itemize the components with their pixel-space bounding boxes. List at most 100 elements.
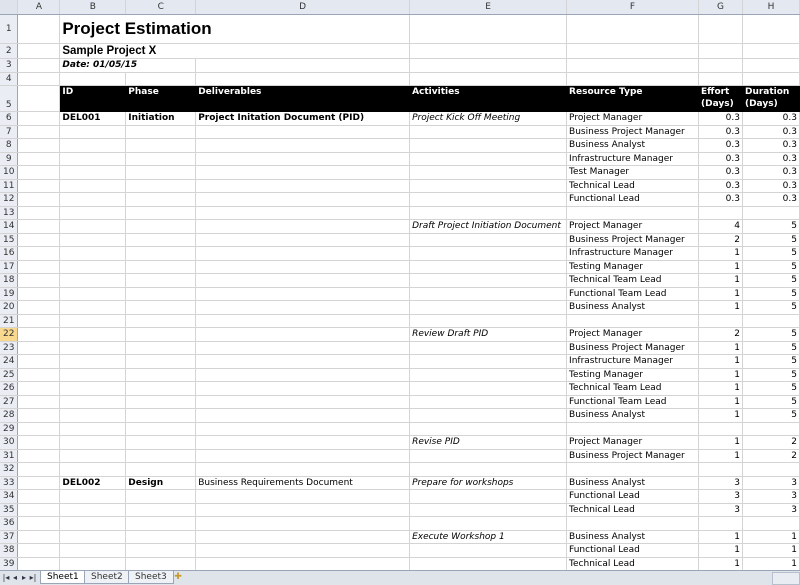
- cell[interactable]: [17, 395, 61, 409]
- cell-id[interactable]: [59, 327, 127, 342]
- cell-id[interactable]: [59, 368, 127, 382]
- cell-resource-type[interactable]: Testing Manager: [566, 260, 699, 274]
- row-header[interactable]: 23: [0, 341, 19, 355]
- column-header-b[interactable]: B: [59, 0, 127, 15]
- cell-duration[interactable]: 5: [742, 246, 800, 261]
- cell[interactable]: [17, 489, 61, 504]
- cell-effort[interactable]: 0.3: [698, 152, 743, 166]
- cell-deliverable[interactable]: [195, 543, 411, 558]
- cell[interactable]: [17, 138, 61, 153]
- cell-id[interactable]: [59, 395, 127, 409]
- cell-phase[interactable]: [125, 381, 197, 396]
- cell-activity[interactable]: [409, 408, 568, 423]
- cell-duration[interactable]: 0.3: [742, 138, 800, 153]
- cell-resource-type[interactable]: Project Manager: [566, 111, 699, 126]
- cell-deliverable[interactable]: [195, 192, 411, 207]
- insert-sheet-icon[interactable]: ✚: [172, 572, 184, 582]
- cell-resource-type[interactable]: Business Project Manager: [566, 125, 699, 139]
- cell-id[interactable]: DEL001: [59, 111, 127, 126]
- cell[interactable]: [17, 300, 61, 315]
- cell-effort[interactable]: 2: [698, 327, 743, 342]
- cell-activity[interactable]: [409, 300, 568, 315]
- cell-effort[interactable]: 1: [698, 300, 743, 315]
- cell-duration[interactable]: 5: [742, 368, 800, 382]
- cell[interactable]: [17, 368, 61, 382]
- cell-deliverable[interactable]: [195, 206, 411, 220]
- row-header[interactable]: 29: [0, 422, 19, 436]
- cell-id[interactable]: [59, 516, 127, 531]
- cell-deliverable[interactable]: [195, 179, 411, 193]
- cell[interactable]: [17, 233, 61, 247]
- cell-effort[interactable]: [698, 206, 743, 220]
- cell-resource-type[interactable]: Business Analyst: [566, 476, 699, 490]
- cell-resource-type[interactable]: Business Analyst: [566, 300, 699, 315]
- project-date[interactable]: Date: 01/05/15: [59, 58, 197, 73]
- cell-id[interactable]: [59, 246, 127, 261]
- cell[interactable]: [59, 72, 127, 86]
- row-header[interactable]: 19: [0, 287, 19, 301]
- row-header[interactable]: 17: [0, 260, 19, 274]
- cell[interactable]: [566, 14, 699, 44]
- cell-effort[interactable]: [698, 314, 743, 328]
- cell-duration[interactable]: 5: [742, 327, 800, 342]
- cell-id[interactable]: DEL002: [59, 476, 127, 490]
- cell[interactable]: [17, 273, 61, 288]
- cell-id[interactable]: [59, 354, 127, 369]
- row-header[interactable]: 27: [0, 395, 19, 409]
- cell-resource-type[interactable]: Infrastructure Manager: [566, 354, 699, 369]
- cell-id[interactable]: [59, 192, 127, 207]
- cell-id[interactable]: [59, 125, 127, 139]
- cell-phase[interactable]: [125, 449, 197, 463]
- cell-effort[interactable]: 1: [698, 557, 743, 570]
- project-name[interactable]: Sample Project X: [59, 43, 411, 59]
- cell-resource-type[interactable]: Functional Lead: [566, 543, 699, 558]
- cell-resource-type[interactable]: Business Project Manager: [566, 341, 699, 355]
- cell-duration[interactable]: 5: [742, 273, 800, 288]
- cell-deliverable[interactable]: [195, 408, 411, 423]
- cell-duration[interactable]: 3: [742, 476, 800, 490]
- cell-effort[interactable]: 3: [698, 503, 743, 517]
- cell-id[interactable]: [59, 273, 127, 288]
- cell-resource-type[interactable]: Business Analyst: [566, 530, 699, 544]
- column-header-d[interactable]: D: [195, 0, 411, 15]
- cell-duration[interactable]: [742, 462, 800, 477]
- cell-activity[interactable]: [409, 381, 568, 396]
- column-header-a[interactable]: A: [17, 0, 61, 15]
- cell-effort[interactable]: 1: [698, 354, 743, 369]
- cell-duration[interactable]: 1: [742, 543, 800, 558]
- cell-duration[interactable]: [742, 206, 800, 220]
- cell[interactable]: [195, 72, 411, 86]
- cell-resource-type[interactable]: Testing Manager: [566, 368, 699, 382]
- cell-activity[interactable]: Prepare for workshops: [409, 476, 568, 490]
- cell-id[interactable]: [59, 462, 127, 477]
- cell-duration[interactable]: 0.3: [742, 125, 800, 139]
- cell-phase[interactable]: [125, 233, 197, 247]
- cell-deliverable[interactable]: [195, 449, 411, 463]
- cell-deliverable[interactable]: [195, 368, 411, 382]
- cell-activity[interactable]: [409, 138, 568, 153]
- cell[interactable]: [195, 58, 411, 73]
- cell-deliverable[interactable]: [195, 395, 411, 409]
- cell-resource-type[interactable]: Project Manager: [566, 327, 699, 342]
- cell-phase[interactable]: [125, 138, 197, 153]
- cell-deliverable[interactable]: [195, 300, 411, 315]
- cell-activity[interactable]: Revise PID: [409, 435, 568, 450]
- row-header[interactable]: 38: [0, 543, 19, 558]
- cell-duration[interactable]: 0.3: [742, 165, 800, 180]
- column-header-c[interactable]: C: [125, 0, 197, 15]
- cell-duration[interactable]: 3: [742, 503, 800, 517]
- cell-id[interactable]: [59, 449, 127, 463]
- cell-deliverable[interactable]: [195, 246, 411, 261]
- cell-id[interactable]: [59, 165, 127, 180]
- cell[interactable]: [17, 111, 61, 126]
- cell-phase[interactable]: [125, 395, 197, 409]
- row-header[interactable]: 26: [0, 381, 19, 396]
- cell-resource-type[interactable]: Project Manager: [566, 219, 699, 234]
- cell-effort[interactable]: 0.3: [698, 138, 743, 153]
- cell-effort[interactable]: 1: [698, 368, 743, 382]
- cell-effort[interactable]: 1: [698, 246, 743, 261]
- row-header[interactable]: 5: [0, 85, 19, 112]
- cell[interactable]: [742, 43, 800, 59]
- cell-phase[interactable]: [125, 152, 197, 166]
- cell-phase[interactable]: [125, 354, 197, 369]
